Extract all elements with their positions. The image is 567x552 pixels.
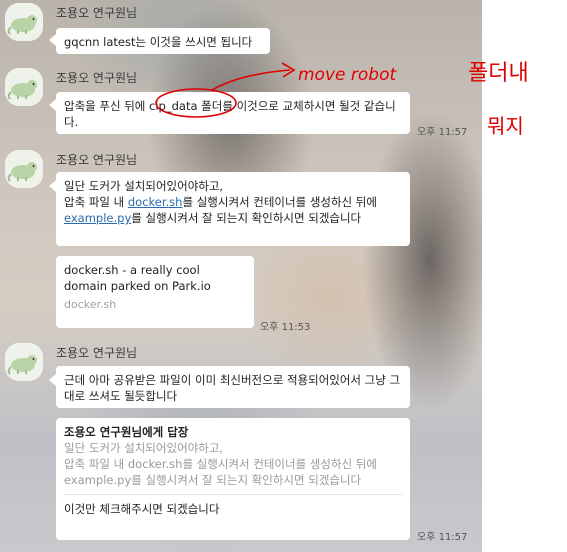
message-line: example.py를 실행시켜서 잘 되는지 확인하시면 되겠습니다 xyxy=(64,210,402,226)
link-preview-title: docker.sh - a really cool domain parked … xyxy=(64,263,211,293)
lizard-avatar-icon xyxy=(5,150,43,188)
sender-avatar[interactable] xyxy=(5,3,43,41)
message-time: 오후 11:57 xyxy=(417,532,468,543)
sender-avatar[interactable] xyxy=(5,343,43,381)
sender-name: 조용오 연구원님 xyxy=(56,153,138,167)
sender-name: 조용오 연구원님 xyxy=(56,6,138,20)
lizard-avatar-icon xyxy=(5,343,43,381)
message-bubble[interactable]: 근데 아마 공유받은 파일이 이미 최신버전으로 적용되어있어서 그냥 그대로 … xyxy=(56,366,410,408)
link-preview-card[interactable]: docker.sh - a really cool domain parked … xyxy=(56,256,254,328)
example-py-link[interactable]: example.py xyxy=(64,211,131,225)
message-line: 일단 도커가 설치되어있어야하고, xyxy=(64,179,224,193)
sender-name: 조용오 연구원님 xyxy=(56,346,138,360)
message-text: 를 실행시켜서 잘 되는지 확인하시면 되겠습니다 xyxy=(131,211,362,225)
sender-avatar[interactable] xyxy=(5,150,43,188)
message-bubble[interactable]: 압축을 푸신 뒤에 cip_data 폴더를 이것으로 교체하시면 될것 같습니… xyxy=(56,92,410,134)
message-bubble[interactable]: gqcnn latest는 이것을 쓰시면 됩니다 xyxy=(56,28,270,54)
message-time: 오후 11:57 xyxy=(417,127,468,138)
message-line: 압축 파일 내 docker.sh를 실행시켜서 컨테이너를 생성하신 뒤에 xyxy=(64,194,402,210)
message-bubble[interactable]: 일단 도커가 설치되어있어야하고, 압축 파일 내 docker.sh를 실행시… xyxy=(56,172,410,246)
sender-avatar[interactable] xyxy=(5,68,43,106)
bubble-tail xyxy=(49,99,56,111)
message-text: 압축을 푸신 뒤에 xyxy=(64,99,150,113)
bubble-tail xyxy=(49,374,56,386)
bubble-tail xyxy=(49,180,56,192)
reply-message-bubble[interactable]: 조용오 연구원님에게 답장 일단 도커가 설치되어있어야하고, 압축 파일 내 … xyxy=(56,418,410,540)
lizard-avatar-icon xyxy=(5,68,43,106)
reply-quote-line: example.py를 실행시켜서 잘 되는지 확인하시면 되겠습니다 xyxy=(64,473,362,487)
bubble-tail xyxy=(49,34,56,46)
reply-quote-line: 압축 파일 내 docker.sh를 실행시켜서 컨테이너를 생성하신 뒤에 xyxy=(64,457,377,471)
link-preview-domain: docker.sh xyxy=(64,298,117,311)
message-text: 근데 아마 공유받은 파일이 이미 최신버전으로 적용되어있어서 그냥 그대로 … xyxy=(64,373,401,403)
lizard-avatar-icon xyxy=(5,3,43,41)
message-time: 오후 11:53 xyxy=(260,322,311,333)
reply-divider xyxy=(64,494,402,495)
reply-header: 조용오 연구원님에게 답장 xyxy=(64,425,189,439)
docker-sh-link[interactable]: docker.sh xyxy=(128,195,183,209)
message-text: 를 실행시켜서 컨테이너를 생성하신 뒤에 xyxy=(182,195,377,209)
message-text: gqcnn latest는 이것을 쓰시면 됩니다 xyxy=(64,35,253,49)
highlighted-folder-name: cip_data xyxy=(149,99,198,113)
reply-quote-line: 일단 도커가 설치되어있어야하고, xyxy=(64,441,224,455)
message-text: 압축 파일 내 xyxy=(64,195,128,209)
message-text: 이것만 체크해주시면 되겠습니다 xyxy=(64,502,220,516)
annotation-korean-text: 뭐지 xyxy=(487,114,524,138)
sender-name: 조용오 연구원님 xyxy=(56,71,138,85)
